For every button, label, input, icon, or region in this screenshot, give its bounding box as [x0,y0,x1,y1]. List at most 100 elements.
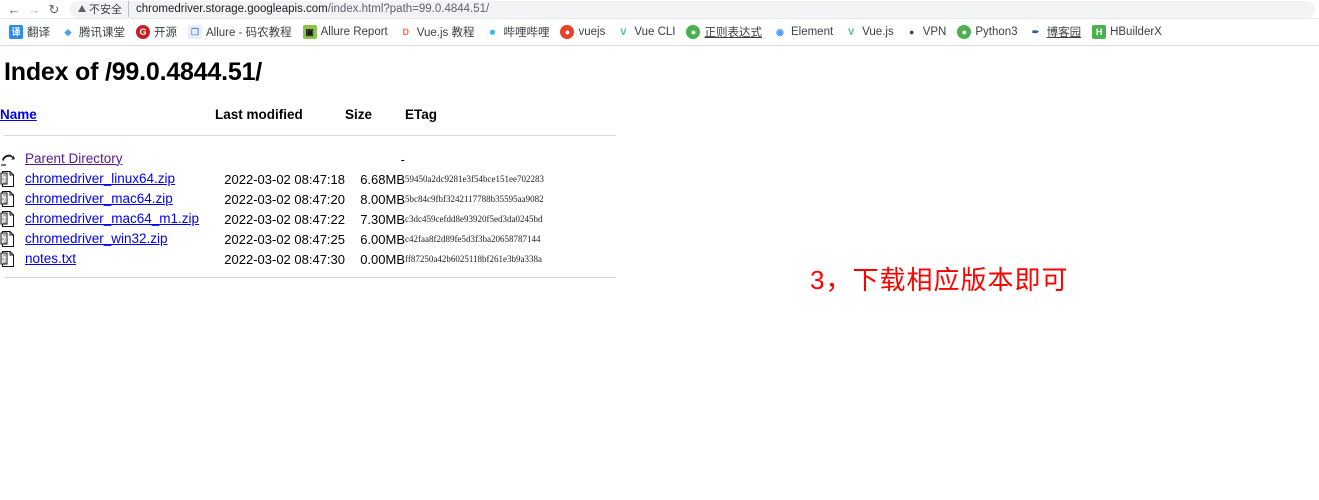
table-row: 10 01 10 chromedriver_mac64.zip 2022-03-02 0… [0,189,616,209]
cnblogs-icon: ✒ [1028,25,1043,39]
bookmark-label: Python3 [975,26,1018,38]
cell-last-modified: 2022-03-02 08:47:20 [224,191,345,207]
column-header-last-modified: Last modified [215,107,303,122]
python-icon: ● [957,25,972,39]
file-link[interactable]: Parent Directory [25,151,123,166]
cell-last-modified: 2022-03-02 08:47:25 [224,231,345,247]
url-host: chromedriver.storage.googleapis.com [136,3,328,15]
page-body: Index of /99.0.4844.51/ Name Last modifi… [0,58,1319,500]
file-link[interactable]: notes.txt [25,251,76,266]
cell-etag [405,149,616,169]
directory-listing: Name Last modified Size ETag Parent Dire… [0,107,616,278]
cell-etag: c42faa8f2d89fe5d3f3ba20658787144 [405,234,541,244]
vuejs-tutorial-icon: D [398,25,413,39]
bookmark-item-3[interactable]: G 开源 [132,22,184,42]
bookmark-label: 翻译 [27,27,50,39]
vue-cli-icon: V [616,25,631,39]
bookmark-item-7[interactable]: ■ 哔哩哔哩 [481,22,556,42]
footer-divider [4,277,616,278]
cell-name: 10 01 10 chromedriver_linux64.zip [0,169,215,189]
parent-directory-icon [0,151,16,167]
bookmark-label: Allure Report [320,26,388,38]
bookmark-item-6[interactable]: D Vue.js 教程 [395,22,482,42]
bookmark-item-11[interactable]: ◉ Element [769,23,840,41]
allure-tutorial-icon: ❐ [188,25,202,39]
svg-text:10: 10 [2,242,6,246]
cell-size: - [400,151,405,167]
bookmark-item-14[interactable]: ● Python3 [953,23,1024,41]
table-row: 10 01 10 notes.txt 2022-03-02 08:47:30 0.00MB… [0,249,616,269]
reload-icon[interactable]: ↻ [44,1,64,18]
bookmark-label: VPN [922,26,947,38]
bookmark-label: HBuilderX [1110,26,1162,38]
cell-etag: c3dc459cefdd8e93920f5ed3da0245bd [405,214,543,224]
html5-icon: ● [560,25,575,39]
warning-triangle-icon [78,5,86,12]
bookmark-label: Allure - 码农教程 [206,27,292,39]
svg-text:10: 10 [2,222,6,226]
bookmark-item-16[interactable]: H HBuilderX [1088,23,1169,41]
svg-text:10: 10 [2,202,6,206]
bookmark-label: Vue.js 教程 [416,27,475,39]
annotation-text: 3，下载相应版本即可 [810,265,1069,295]
file-link[interactable]: chromedriver_mac64.zip [25,191,173,206]
cell-size: 7.30MB [360,211,405,227]
bookmark-item-9[interactable]: V Vue CLI [612,23,682,41]
regex-icon: ● [686,25,701,39]
column-header-etag: ETag [405,107,438,122]
file-link[interactable]: chromedriver_mac64_m1.zip [25,211,199,226]
security-label: 不安全 [89,4,122,16]
url-text: chromedriver.storage.googleapis.com/inde… [136,3,489,15]
browser-toolbar: ← → ↻ 不安全 chromedriver.storage.googleapi… [0,0,1319,19]
tencent-classroom-icon: ◆ [61,25,75,39]
bookmark-item-2[interactable]: ◆ 腾讯课堂 [57,22,132,42]
table-header-row: Name Last modified Size ETag [0,107,616,129]
bookmark-item-15[interactable]: ✒ 博客园 [1025,22,1089,42]
cell-name: 10 01 10 chromedriver_win32.zip [0,229,215,249]
hbuilderx-icon: H [1092,25,1107,39]
cell-last-modified: 2022-03-02 08:47:30 [224,251,345,267]
security-status[interactable]: 不安全 [78,1,129,17]
allure-report-icon: ▣ [302,25,317,39]
back-icon[interactable]: ← [4,1,24,18]
bookmark-label: 腾讯课堂 [79,27,125,39]
header-divider-row [0,129,616,149]
address-bar[interactable]: 不安全 chromedriver.storage.googleapis.com/… [70,0,1315,18]
globe-icon: ● [904,25,919,39]
bookmark-item-10[interactable]: ● 正则表达式 [682,22,769,42]
bookmark-item-13[interactable]: ● VPN [901,23,954,41]
file-link[interactable]: chromedriver_linux64.zip [25,171,175,186]
sort-by-name-link[interactable]: Name [0,107,37,122]
table-row: Parent Directory - [0,149,616,169]
file-link[interactable]: chromedriver_win32.zip [25,231,168,246]
cell-etag: ff87250a42b6025118bf261e3b9a338a [405,254,542,264]
vuejs-icon: V [844,25,859,39]
bookmark-item-12[interactable]: V Vue.js [840,23,901,41]
table-row: 10 01 10 chromedriver_linux64.zip 2022-03-02… [0,169,616,189]
bookmark-item-1[interactable]: 译翻译 [5,22,57,42]
svg-text:10: 10 [2,262,6,266]
bookmark-item-5[interactable]: ▣ Allure Report [299,23,395,41]
cell-last-modified: 2022-03-02 08:47:22 [224,211,345,227]
cell-size: 6.00MB [360,231,405,247]
cell-size: 6.68MB [360,171,405,187]
svg-text:10: 10 [2,182,6,186]
bookmark-label: Vue.js [862,26,894,38]
bookmark-label: 正则表达式 [704,27,762,39]
bookmark-label: Element [790,26,834,38]
cell-etag: 59450a2dc9281e3f54bce151ee702283 [405,174,544,184]
cell-last-modified: 2022-03-02 08:47:18 [224,171,345,187]
bookmark-item-4[interactable]: ❐ Allure - 码农教程 [184,22,299,42]
cell-name: Parent Directory [0,149,215,169]
binary-file-icon: 10 01 10 [0,231,16,248]
bilibili-icon: ■ [485,25,500,39]
url-path: /index.html?path=99.0.4844.51/ [327,3,490,15]
cell-last-modified [215,149,345,169]
forward-icon: → [27,1,41,17]
binary-file-icon: 10 01 10 [0,211,16,228]
directory-table: Name Last modified Size ETag Parent Dire… [0,107,616,269]
header-divider-cell [0,129,616,149]
cell-size: 8.00MB [360,191,405,207]
bookmark-item-8[interactable]: ● vuejs [556,23,612,41]
bookmark-label: 开源 [154,27,177,39]
